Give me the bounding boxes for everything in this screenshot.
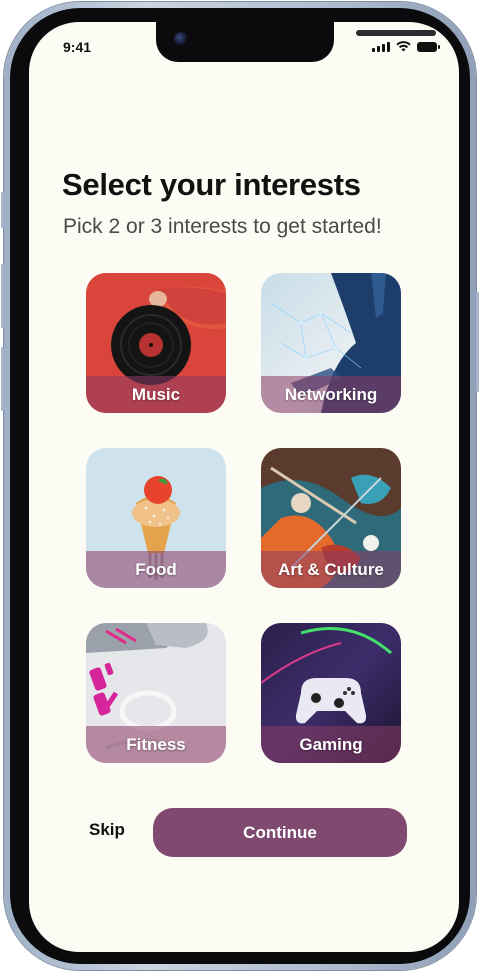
wifi-icon bbox=[396, 41, 411, 52]
interest-tile-music[interactable]: Music bbox=[86, 273, 226, 413]
tile-label: Fitness bbox=[126, 734, 186, 754]
volume-down-button bbox=[1, 264, 4, 328]
interest-tile-fitness[interactable]: Fitness bbox=[86, 623, 226, 763]
tile-label: Food bbox=[135, 559, 177, 579]
continue-button[interactable]: Continue bbox=[153, 808, 407, 857]
cellular-signal-icon bbox=[372, 41, 390, 52]
phone-frame: 9:41 Select your interests Pick 2 or 3 i… bbox=[1, 2, 479, 970]
tile-label: Art & Culture bbox=[278, 559, 384, 579]
skip-button[interactable]: Skip bbox=[89, 820, 125, 840]
tile-label-bar: Music bbox=[86, 376, 226, 413]
interest-tile-networking[interactable]: Networking bbox=[261, 273, 401, 413]
page-subtitle: Pick 2 or 3 interests to get started! bbox=[63, 215, 382, 238]
status-time: 9:41 bbox=[63, 39, 92, 55]
status-icons bbox=[372, 41, 440, 52]
tile-label: Gaming bbox=[299, 734, 363, 754]
page-title: Select your interests bbox=[62, 167, 361, 202]
speaker-grille bbox=[356, 30, 436, 36]
battery-icon bbox=[417, 41, 440, 52]
tile-label-bar: Food bbox=[86, 551, 226, 588]
tile-label-bar: Fitness bbox=[86, 726, 226, 763]
tile-label-bar: Networking bbox=[261, 376, 401, 413]
interest-tile-food[interactable]: Food bbox=[86, 448, 226, 588]
camera-icon bbox=[174, 32, 188, 46]
tile-label: Music bbox=[131, 384, 181, 404]
power-button bbox=[476, 292, 479, 392]
interest-tile-art-culture[interactable]: Art & Culture bbox=[261, 448, 401, 588]
app-screen: 9:41 Select your interests Pick 2 or 3 i… bbox=[29, 22, 459, 952]
tile-label-bar: Gaming bbox=[261, 726, 401, 763]
tile-label-bar: Art & Culture bbox=[261, 551, 401, 588]
tile-label: Networking bbox=[284, 384, 378, 404]
volume-up-button bbox=[1, 192, 4, 228]
interest-tile-gaming[interactable]: Gaming bbox=[261, 623, 401, 763]
mute-switch bbox=[1, 347, 4, 411]
